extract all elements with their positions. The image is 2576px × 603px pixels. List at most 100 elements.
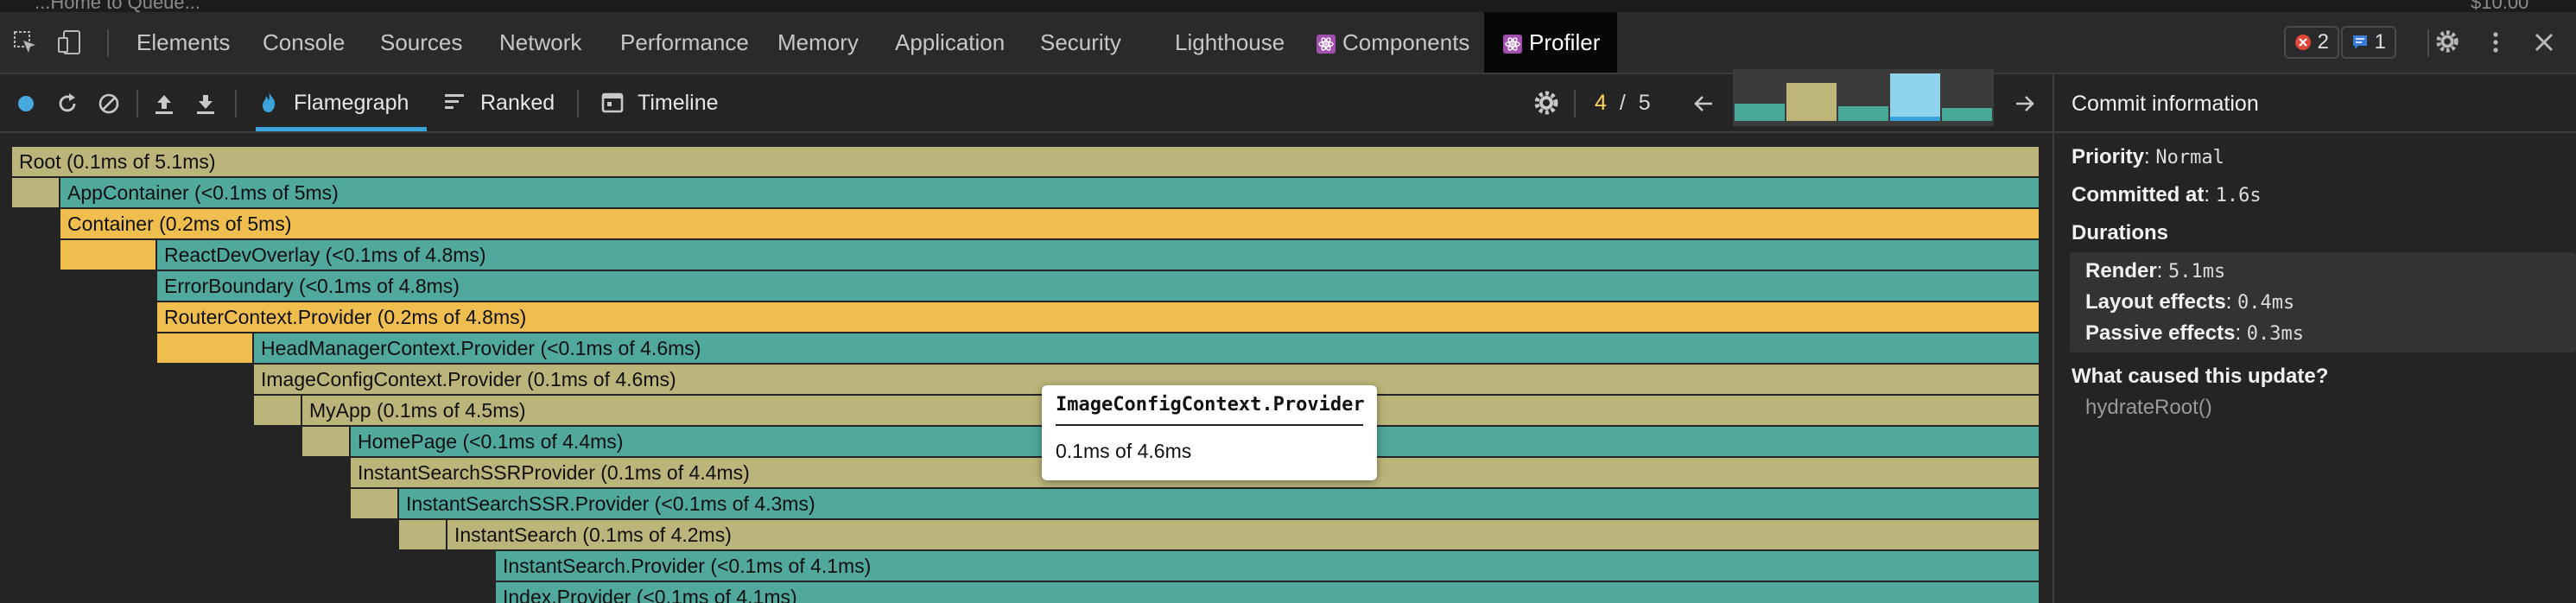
react-icon [1317, 35, 1336, 54]
flame-node[interactable]: HeadManagerContext.Provider (<0.1ms of 4… [254, 333, 2040, 363]
flame-node[interactable]: AppContainer (<0.1ms of 5ms) [60, 178, 2040, 207]
save-profile-icon[interactable] [192, 90, 219, 117]
tab-flamegraph[interactable]: Flamegraph [256, 74, 427, 131]
toolbar-divider [136, 90, 138, 117]
update-cause-value[interactable]: hydrateRoot() [2085, 396, 2212, 420]
commit-separator: / [1619, 91, 1626, 115]
next-commit-icon[interactable] [2011, 90, 2039, 117]
tab-components[interactable]: Components [1303, 12, 1485, 73]
inspect-element-icon[interactable] [12, 29, 38, 55]
commit-total: 5 [1638, 91, 1651, 115]
tab-timeline-label: Timeline [638, 91, 719, 115]
commit-selector-chart[interactable] [1733, 69, 1994, 126]
flame-node-self[interactable] [302, 427, 351, 456]
committed-at-value: 1.6s [2215, 185, 2262, 206]
commit-bar[interactable] [1890, 73, 1940, 121]
flame-node[interactable]: Root (0.1ms of 5.1ms) [12, 147, 2040, 176]
reload-and-profile-icon[interactable] [54, 90, 81, 117]
flame-node-self[interactable] [157, 333, 254, 363]
tab-memory[interactable]: Memory [762, 12, 874, 73]
flame-node[interactable]: InstantSearch.Provider (<0.1ms of 4.1ms) [496, 551, 2040, 581]
tab-ranked-label: Ranked [480, 91, 555, 115]
render-value: 5.1ms [2168, 261, 2226, 282]
flame-icon [263, 92, 276, 112]
flame-node-self[interactable] [399, 520, 447, 549]
page-content-strip: ...Home to Queue... $10.00 [0, 0, 2576, 12]
commit-info-header: Commit information [2054, 74, 2576, 133]
priority-label: Priority [2072, 145, 2145, 168]
message-icon [2353, 35, 2367, 49]
ranked-icon [445, 94, 464, 109]
profiler-settings-icon[interactable] [1532, 89, 1560, 117]
durations-label: Durations [2072, 221, 2169, 244]
devtools-tabbar: Elements Console Sources Network Perform… [0, 12, 2576, 74]
flame-node[interactable]: Container (0.2ms of 5ms) [60, 209, 2040, 238]
toolbar-divider [1574, 90, 1576, 117]
tab-lighthouse[interactable]: Lighthouse [1159, 12, 1300, 73]
tab-application[interactable]: Application [879, 12, 1020, 73]
commit-bar[interactable] [1942, 108, 1992, 121]
errors-badge[interactable]: 2 [2284, 26, 2340, 59]
tab-ranked[interactable]: Ranked [442, 74, 555, 131]
react-icon [1503, 35, 1522, 54]
tab-components-label: Components [1342, 29, 1470, 55]
flame-node[interactable]: Index.Provider (<0.1ms of 4.1ms) [496, 582, 2040, 603]
flamegraph-chart: Root (0.1ms of 5.1ms) AppContainer (<0.1… [0, 135, 2051, 603]
flame-node-self[interactable] [60, 240, 157, 270]
tab-elements[interactable]: Elements [121, 12, 245, 73]
clear-profile-icon[interactable] [95, 90, 123, 117]
more-options-icon[interactable] [2483, 29, 2509, 55]
passive-effects-value: 0.3ms [2246, 323, 2305, 345]
priority-row: Priority: Normal [2072, 145, 2224, 168]
load-profile-icon[interactable] [150, 90, 178, 117]
tab-security[interactable]: Security [1025, 12, 1137, 73]
calendar-icon [601, 92, 624, 113]
device-toolbar-icon[interactable] [57, 29, 83, 55]
tab-profiler-label: Profiler [1529, 29, 1601, 55]
flame-node-self[interactable] [12, 178, 60, 207]
commit-bar[interactable] [1735, 104, 1785, 121]
passive-effects-label: Passive effects [2085, 321, 2236, 345]
tab-profiler[interactable]: Profiler [1484, 12, 1617, 73]
flame-node[interactable]: InstantSearch (0.1ms of 4.2ms) [447, 520, 2040, 549]
tab-flamegraph-label: Flamegraph [294, 91, 409, 115]
messages-count: 1 [2374, 30, 2387, 54]
commit-info-panel: Commit information Priority: Normal Comm… [2053, 74, 2576, 603]
flame-node[interactable]: ReactDevOverlay (<0.1ms of 4.8ms) [157, 240, 2040, 270]
flame-tooltip: ImageConfigContext.Provider 0.1ms of 4.6… [1042, 385, 1377, 480]
tab-network[interactable]: Network [484, 12, 597, 73]
close-icon[interactable] [2531, 29, 2557, 55]
flame-node[interactable]: RouterContext.Provider (0.2ms of 4.8ms) [157, 302, 2040, 332]
flame-node[interactable]: InstantSearchSSR.Provider (<0.1ms of 4.3… [399, 489, 2040, 518]
committed-at-label: Committed at [2072, 183, 2205, 206]
layout-effects-row: Layout effects: 0.4ms [2085, 290, 2295, 314]
tab-timeline[interactable]: Timeline [600, 74, 719, 131]
flame-node-self[interactable] [351, 489, 399, 518]
page-content-text: ...Home to Queue... [35, 0, 200, 12]
page-price-text: $10.00 [2471, 0, 2529, 12]
tab-console[interactable]: Console [247, 12, 360, 73]
toolbar-divider [2427, 29, 2429, 57]
commit-bar[interactable] [1838, 106, 1888, 121]
toolbar-divider [577, 90, 579, 117]
tab-performance[interactable]: Performance [605, 12, 765, 73]
commit-bar[interactable] [1786, 83, 1837, 121]
messages-badge[interactable]: 1 [2341, 26, 2397, 59]
update-cause-heading: What caused this update? [2072, 365, 2328, 389]
toolbar-divider [235, 90, 237, 117]
committed-at-row: Committed at: 1.6s [2072, 183, 2262, 206]
commit-current: 4 [1595, 91, 1607, 115]
tooltip-title: ImageConfigContext.Provider [1056, 394, 1365, 426]
durations-heading: Durations [2072, 221, 2168, 245]
gear-icon[interactable] [2434, 29, 2460, 54]
tab-sources[interactable]: Sources [365, 12, 478, 73]
previous-commit-icon[interactable] [1690, 90, 1717, 117]
flame-node[interactable]: ErrorBoundary (<0.1ms of 4.8ms) [157, 271, 2040, 301]
error-icon [2295, 35, 2311, 50]
record-icon[interactable] [12, 90, 40, 117]
tooltip-value: 0.1ms of 4.6ms [1056, 440, 1192, 462]
toolbar-divider [107, 29, 109, 57]
flame-node-self[interactable] [254, 396, 302, 425]
render-label: Render [2085, 259, 2157, 282]
layout-effects-value: 0.4ms [2237, 292, 2295, 314]
